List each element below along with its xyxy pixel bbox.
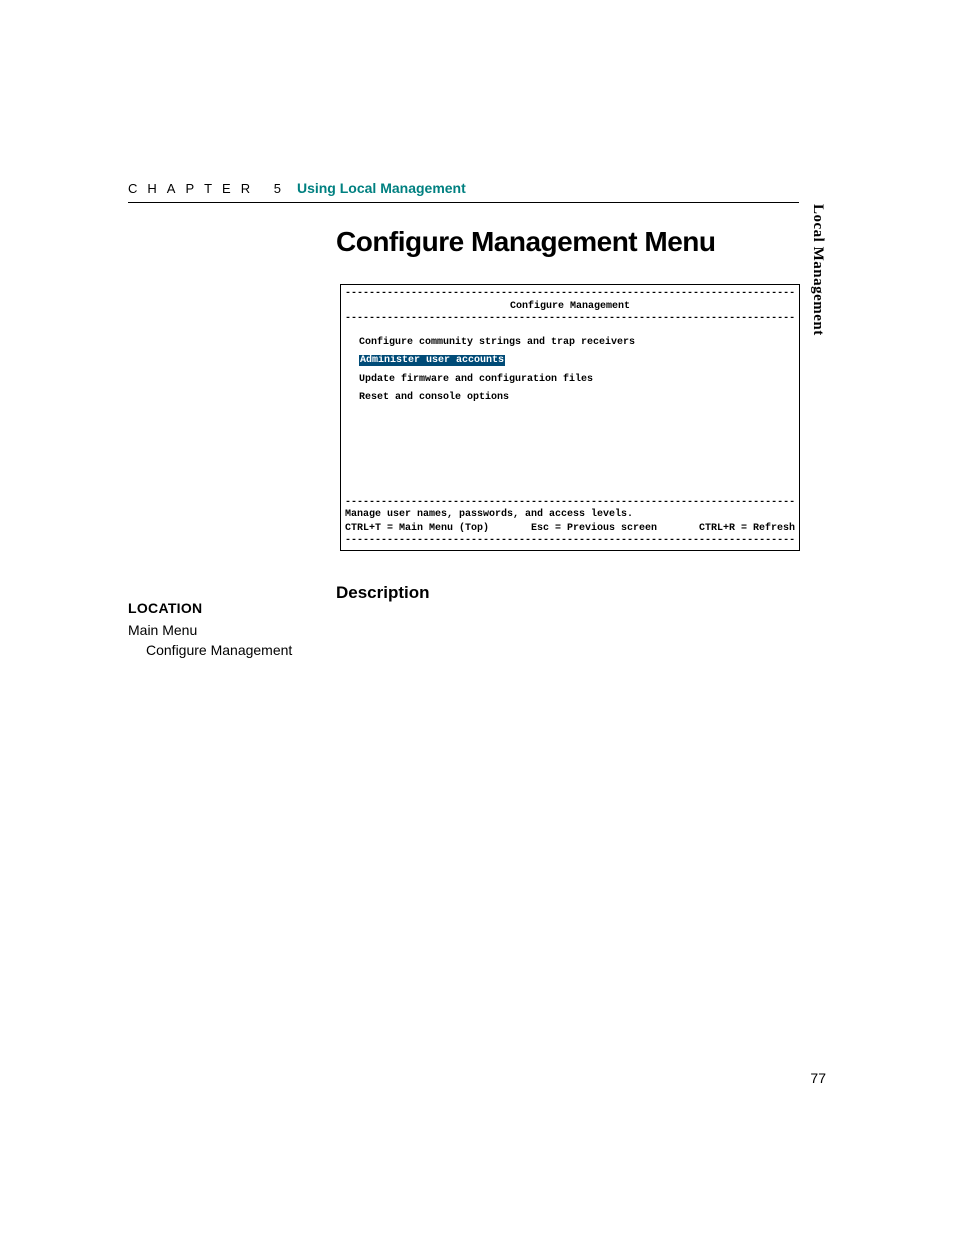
location-heading: LOCATION	[128, 600, 328, 616]
footer-right: CTRL+R = Refresh	[699, 523, 795, 535]
footer-left: CTRL+T = Main Menu (Top)	[345, 523, 489, 535]
menu-item: Update firmware and configuration files	[359, 374, 795, 386]
terminal-menu: Configure community strings and trap rec…	[345, 325, 795, 417]
menu-item-selected-text: Administer user accounts	[359, 355, 505, 366]
menu-item: Configure community strings and trap rec…	[359, 337, 795, 349]
description-heading: Description	[336, 583, 430, 603]
document-page: CHAPTER 5 Using Local Management Local M…	[0, 0, 954, 1235]
terminal-status: Manage user names, passwords, and access…	[345, 508, 795, 522]
running-header: CHAPTER 5 Using Local Management	[128, 180, 799, 203]
location-block: LOCATION Main Menu Configure Management	[128, 600, 328, 658]
location-path-level-2: Configure Management	[146, 642, 328, 658]
chapter-label: CHAPTER 5	[128, 181, 291, 196]
terminal-spacer	[345, 417, 795, 497]
page-number: 77	[810, 1070, 826, 1086]
footer-center: Esc = Previous screen	[531, 523, 657, 535]
chapter-title: Using Local Management	[297, 180, 466, 196]
page-title: Configure Management Menu	[336, 226, 716, 258]
menu-item-selected: Administer user accounts	[359, 355, 795, 367]
terminal-footer: CTRL+T = Main Menu (Top) Esc = Previous …	[345, 522, 795, 536]
terminal-rule: ----------------------------------------…	[345, 497, 795, 509]
terminal-title: Configure Management	[345, 300, 795, 314]
location-path-level-1: Main Menu	[128, 622, 328, 638]
terminal-screenshot: ----------------------------------------…	[340, 284, 800, 551]
terminal-rule: ----------------------------------------…	[345, 535, 795, 547]
menu-item: Reset and console options	[359, 392, 795, 404]
terminal-rule: ----------------------------------------…	[345, 313, 795, 325]
terminal-rule: ----------------------------------------…	[345, 288, 795, 300]
side-tab: Local Management	[809, 204, 826, 336]
